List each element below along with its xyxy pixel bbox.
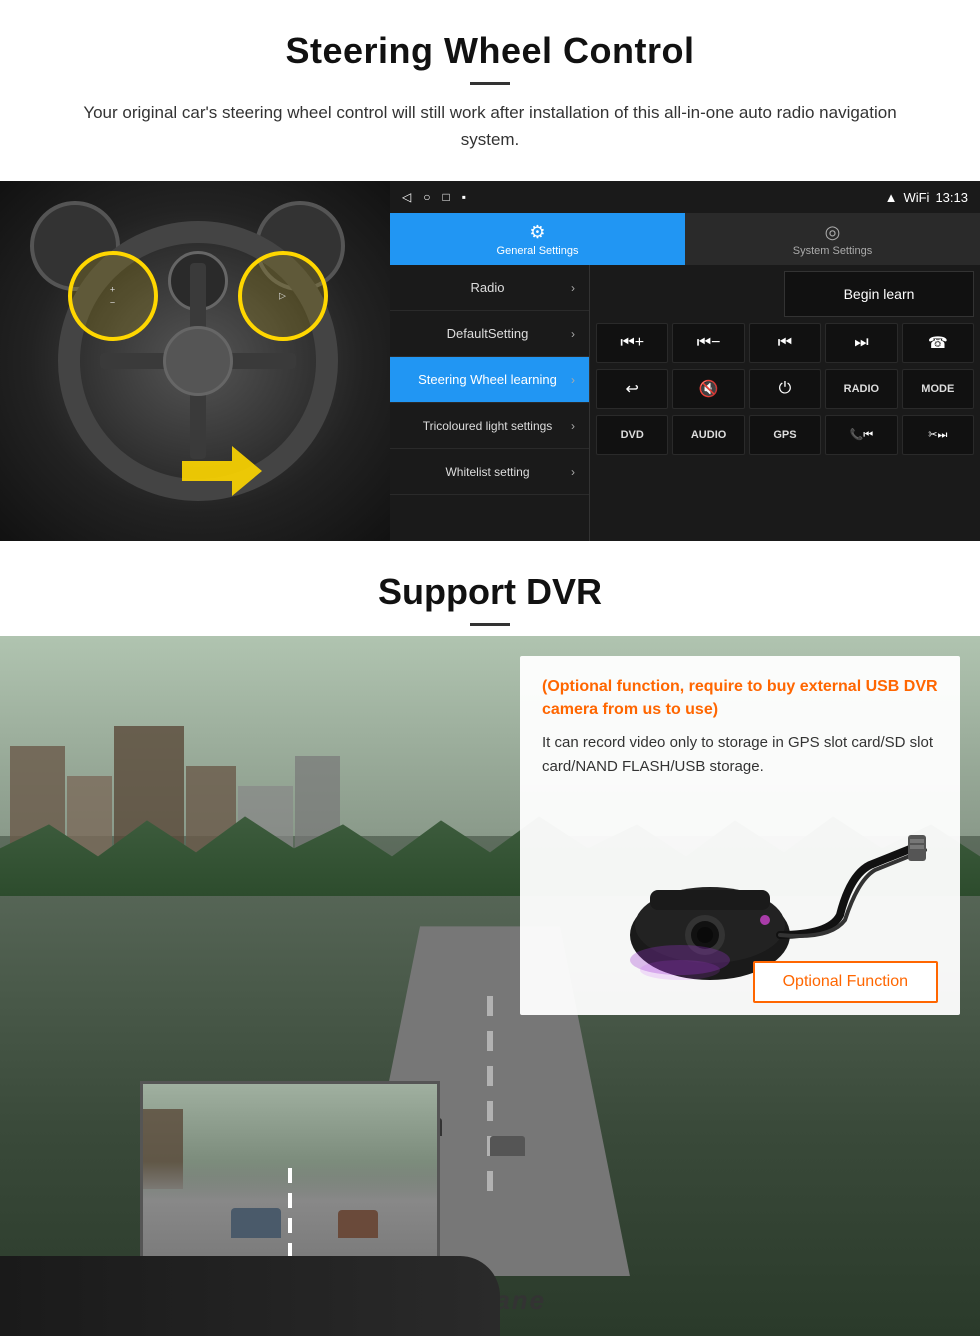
radio-button[interactable]: RADIO [825, 369, 897, 409]
statusbar-info: ▲ WiFi 13:13 [885, 190, 968, 205]
vol-down-prev-button[interactable]: ⏮− [672, 323, 744, 363]
dvr-info-card: (Optional function, require to buy exter… [520, 656, 960, 1015]
time-display: 13:13 [935, 190, 968, 205]
chevron-icon: › [571, 465, 575, 479]
begin-learn-button[interactable]: Begin learn [784, 271, 974, 317]
next-track-button[interactable]: ⏭ [825, 323, 897, 363]
inset-car-2 [338, 1210, 378, 1238]
steering-title: Steering Wheel Control [60, 30, 920, 72]
menu-item-radio[interactable]: Radio › [390, 265, 589, 311]
inset-car [231, 1208, 281, 1238]
nav-back-icon[interactable]: ◁ [402, 190, 411, 204]
empty-space [596, 271, 784, 317]
tab-system-label: System Settings [793, 245, 872, 257]
car-2 [490, 1136, 525, 1156]
steering-wheel-image: +− ▷ [0, 181, 395, 541]
nav-square-icon[interactable]: □ [442, 190, 449, 204]
settings-tabs: ⚙ General Settings ◎ System Settings [390, 213, 980, 265]
menu-steering-label: Steering Wheel learning [404, 372, 571, 387]
dvr-section: Support DVR [0, 541, 980, 1336]
dvr-inset-view [140, 1081, 440, 1281]
chevron-icon: › [571, 373, 575, 387]
phone-button[interactable]: ☎ [902, 323, 974, 363]
begin-learn-row: Begin learn [596, 271, 974, 317]
menu-whitelist-label: Whitelist setting [404, 465, 571, 479]
road-lines [487, 996, 493, 1206]
dvr-description: It can record video only to storage in G… [542, 731, 938, 779]
mute-button[interactable]: 🔇 [672, 369, 744, 409]
wifi-icon: WiFi [903, 190, 929, 205]
dvr-title: Support DVR [60, 571, 920, 613]
vol-up-prev-button[interactable]: ⏮+ [596, 323, 668, 363]
title-divider [470, 82, 510, 85]
controls-row-3: DVD AUDIO GPS 📞⏮ ✂⏭ [596, 415, 974, 455]
inset-road-lines [288, 1168, 292, 1268]
back-button[interactable]: ↩ [596, 369, 668, 409]
menu-item-tricolour[interactable]: Tricoloured light settings › [390, 403, 589, 449]
statusbar-nav: ◁ ○ □ ▪ [402, 190, 466, 204]
android-statusbar: ◁ ○ □ ▪ ▲ WiFi 13:13 [390, 181, 980, 213]
call-prev-button[interactable]: 📞⏮ [825, 415, 897, 455]
left-controls-highlight: +− [68, 251, 158, 341]
menu-item-steering[interactable]: Steering Wheel learning › [390, 357, 589, 403]
android-content: Radio › DefaultSetting › Steering Wheel … [390, 265, 980, 541]
menu-item-default[interactable]: DefaultSetting › [390, 311, 589, 357]
wheel-hub [163, 326, 233, 396]
menu-tricolour-label: Tricoloured light settings [404, 419, 571, 433]
dvd-button[interactable]: DVD [596, 415, 668, 455]
signal-icon: ▲ [885, 190, 898, 205]
optional-function-button[interactable]: Optional Function [753, 961, 938, 1003]
settings-menu: Radio › DefaultSetting › Steering Wheel … [390, 265, 590, 541]
settings-icon: ◎ [825, 222, 841, 243]
gps-button[interactable]: GPS [749, 415, 821, 455]
right-controls-highlight: ▷ [238, 251, 328, 341]
steering-section: Steering Wheel Control Your original car… [0, 0, 980, 541]
tab-general-label: General Settings [497, 245, 579, 257]
menu-item-whitelist[interactable]: Whitelist setting › [390, 449, 589, 495]
nav-menu-icon[interactable]: ▪ [462, 190, 466, 204]
tab-general-settings[interactable]: ⚙ General Settings [390, 213, 685, 265]
steering-subtitle: Your original car's steering wheel contr… [80, 99, 900, 153]
chevron-icon: › [571, 281, 575, 295]
prev-track-button[interactable]: ⏮ [749, 323, 821, 363]
steering-title-area: Steering Wheel Control Your original car… [0, 0, 980, 163]
power-button[interactable]: ⏻ [749, 369, 821, 409]
dvr-optional-text: (Optional function, require to buy exter… [542, 676, 938, 721]
tab-system-settings[interactable]: ◎ System Settings [685, 213, 980, 265]
nav-home-icon[interactable]: ○ [423, 190, 430, 204]
controls-row-1: ⏮+ ⏮− ⏮ ⏭ ☎ [596, 323, 974, 363]
steering-controls-panel: Begin learn ⏮+ ⏮− ⏮ ⏭ ☎ ↩ 🔇 ⏻ [590, 265, 980, 541]
cut-next-button[interactable]: ✂⏭ [902, 415, 974, 455]
gear-icon: ⚙ [529, 222, 545, 243]
steering-image-area: +− ▷ ◁ ○ □ [0, 181, 980, 541]
chevron-icon: › [571, 327, 575, 341]
menu-radio-label: Radio [404, 280, 571, 295]
android-ui-panel: ◁ ○ □ ▪ ▲ WiFi 13:13 ⚙ General Settings [390, 181, 980, 541]
steering-arrow [182, 441, 262, 501]
dvr-title-area: Support DVR [0, 541, 980, 636]
audio-button[interactable]: AUDIO [672, 415, 744, 455]
dvr-image-area: Seicane (Optional function, require to b… [0, 636, 980, 1336]
controls-row-2: ↩ 🔇 ⏻ RADIO MODE [596, 369, 974, 409]
car-dashboard-bottom [0, 1256, 500, 1336]
chevron-icon: › [571, 419, 575, 433]
menu-default-label: DefaultSetting [404, 326, 571, 341]
dvr-divider [470, 623, 510, 626]
mode-button[interactable]: MODE [902, 369, 974, 409]
